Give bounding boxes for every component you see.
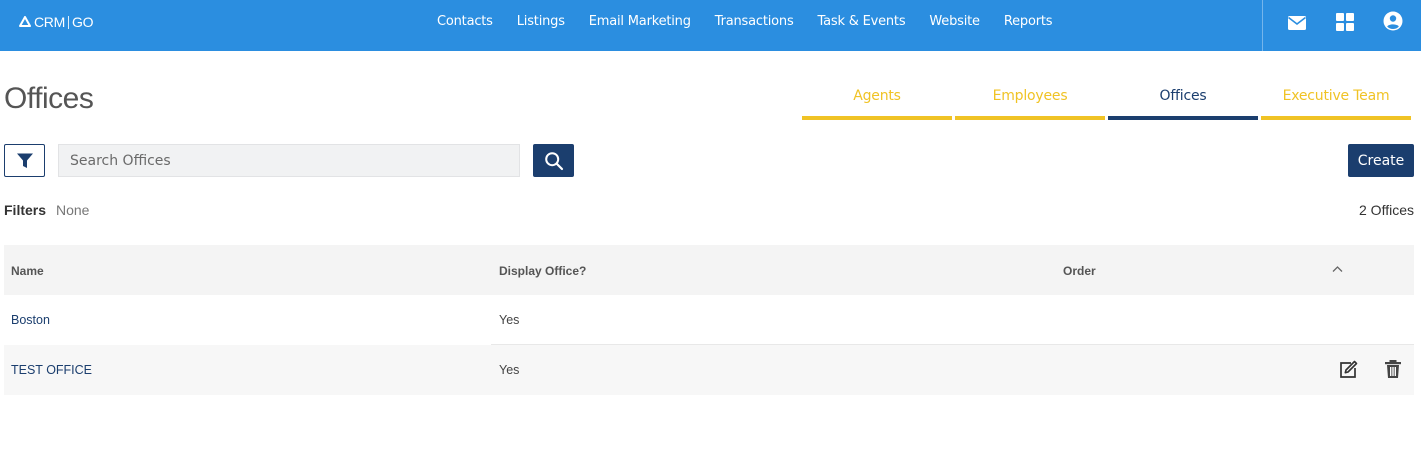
offices-count: 2 Offices — [1359, 202, 1414, 218]
main-nav: Contacts Listings Email Marketing Transa… — [425, 0, 1064, 43]
nav-transactions[interactable]: Transactions — [703, 14, 806, 29]
mail-icon[interactable] — [1287, 13, 1307, 33]
create-button[interactable]: Create — [1348, 144, 1414, 177]
logo-text-go: GO — [71, 14, 94, 30]
nav-task-events[interactable]: Task & Events — [806, 14, 918, 29]
column-header-order[interactable]: Order — [1063, 264, 1096, 278]
apps-grid-icon[interactable] — [1335, 12, 1355, 32]
nav-contacts[interactable]: Contacts — [425, 14, 505, 29]
tab-employees[interactable]: Employees — [955, 88, 1105, 120]
edit-icon[interactable] — [1337, 359, 1359, 381]
search-button[interactable] — [533, 144, 574, 177]
account-icon[interactable] — [1383, 11, 1403, 31]
tab-executive-team[interactable]: Executive Team — [1261, 88, 1411, 120]
tab-bar: Agents Employees Offices Executive Team — [802, 88, 1411, 120]
logo-text-crm: CRM — [34, 14, 65, 30]
logo-mark-icon — [19, 16, 31, 27]
table-header: Name Display Office? Order — [4, 245, 1414, 295]
office-name[interactable]: Boston — [11, 313, 50, 327]
table-row[interactable]: Boston Yes — [4, 295, 1414, 345]
search-input[interactable] — [58, 144, 520, 177]
nav-listings[interactable]: Listings — [505, 14, 577, 29]
filter-icon — [16, 153, 33, 168]
top-navbar: CRM GO Contacts Listings Email Marketing… — [0, 0, 1421, 51]
nav-email-marketing[interactable]: Email Marketing — [577, 14, 703, 29]
nav-reports[interactable]: Reports — [992, 14, 1064, 29]
page-title: Offices — [4, 82, 94, 115]
display-office-value: Yes — [499, 363, 520, 377]
display-office-value: Yes — [499, 313, 520, 327]
nav-website[interactable]: Website — [917, 14, 991, 29]
office-name[interactable]: TEST OFFICE — [11, 363, 92, 377]
navbar-divider — [1262, 0, 1263, 51]
sort-ascending-icon[interactable] — [1332, 265, 1343, 273]
filter-button[interactable] — [4, 144, 45, 177]
column-header-name[interactable]: Name — [11, 264, 44, 278]
offices-table: Name Display Office? Order Boston Yes TE… — [4, 245, 1414, 395]
tab-offices[interactable]: Offices — [1108, 88, 1258, 120]
tab-agents[interactable]: Agents — [802, 88, 952, 120]
search-icon — [544, 151, 563, 170]
filters-label: Filters — [4, 202, 47, 218]
filters-value: None — [56, 202, 90, 218]
crm-go-logo[interactable]: CRM GO — [19, 13, 93, 31]
column-header-display-office[interactable]: Display Office? — [499, 264, 586, 278]
trash-icon[interactable] — [1382, 358, 1404, 380]
table-row[interactable]: TEST OFFICE Yes — [4, 345, 1414, 395]
logo-separator — [67, 15, 69, 29]
